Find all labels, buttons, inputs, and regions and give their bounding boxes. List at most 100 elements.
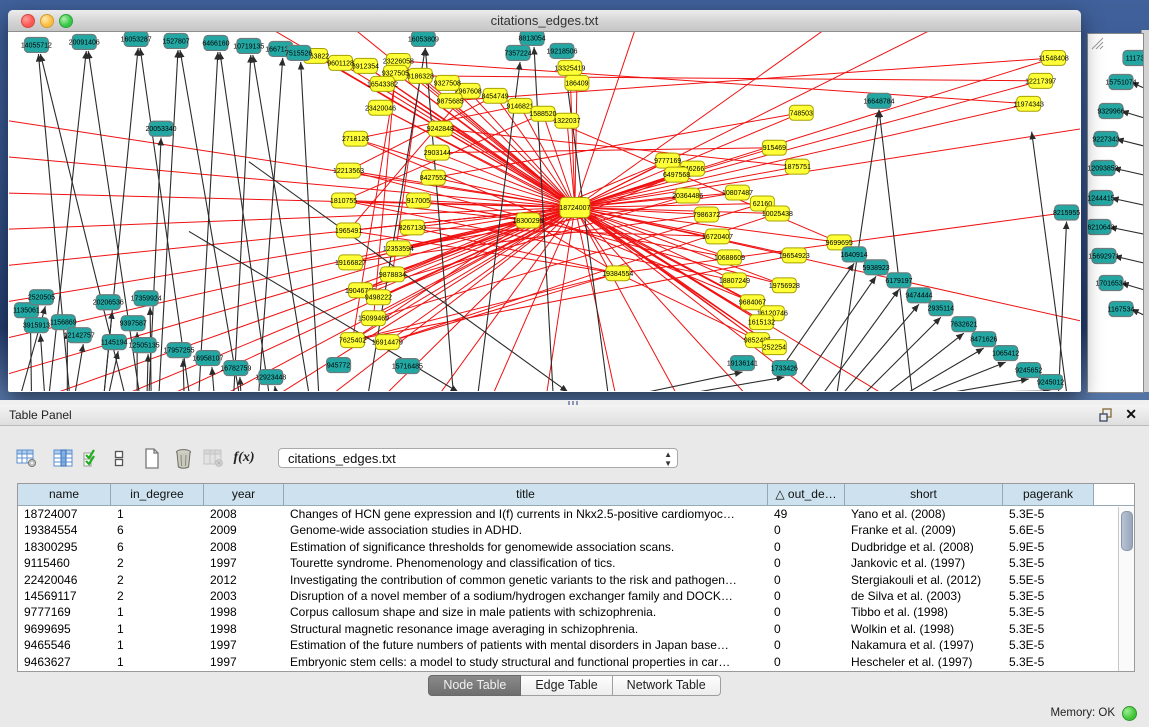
cell-name[interactable]: 19384554	[18, 522, 111, 538]
window-titlebar[interactable]: citations_edges.txt	[8, 10, 1081, 32]
cell-short[interactable]: de Silva et al. (2003)	[845, 588, 1003, 604]
function-builder-button[interactable]: f(x)	[232, 446, 256, 470]
cell-title[interactable]: Changes of HCN gene expression and I(f) …	[284, 506, 768, 522]
cell-out_de[interactable]: 0	[768, 654, 845, 670]
cell-out_de[interactable]: 0	[768, 621, 845, 637]
cell-short[interactable]: Tibbo et al. (1998)	[845, 604, 1003, 620]
cell-year[interactable]: 1998	[204, 621, 284, 637]
tab-network-table[interactable]: Network Table	[613, 675, 721, 696]
memory-status-indicator[interactable]	[1122, 706, 1137, 721]
cell-short[interactable]: Hescheler et al. (1997)	[845, 654, 1003, 670]
cell-short[interactable]: Yano et al. (2008)	[845, 506, 1003, 522]
cell-title[interactable]: Disruption of a novel member of a sodium…	[284, 588, 768, 604]
cell-year[interactable]: 2003	[204, 588, 284, 604]
background-network-window[interactable]: 1117315751074932996692273431209385212444…	[1087, 33, 1144, 393]
cell-pagerank[interactable]: 5.3E-5	[1003, 506, 1094, 522]
cell-short[interactable]: Nakamura et al. (1997)	[845, 637, 1003, 653]
table-row[interactable]: 977716911998Corpus callosum shape and si…	[18, 604, 1134, 620]
close-panel-icon[interactable]: ✕	[1125, 407, 1137, 422]
scrollbar-thumb[interactable]	[1121, 511, 1133, 551]
cell-year[interactable]: 2012	[204, 572, 284, 588]
table-row[interactable]: 1456911722003Disruption of a novel membe…	[18, 588, 1134, 604]
cell-in_degree[interactable]: 2	[111, 588, 204, 604]
cell-out_de[interactable]: 0	[768, 637, 845, 653]
tab-edge-table[interactable]: Edge Table	[521, 675, 612, 696]
cell-name[interactable]: 22420046	[18, 572, 111, 588]
cell-pagerank[interactable]: 5.3E-5	[1003, 555, 1094, 571]
column-header-year[interactable]: year	[204, 484, 284, 506]
cell-title[interactable]: Genome-wide association studies in ADHD.	[284, 522, 768, 538]
table-row[interactable]: 2242004622012Investigating the contribut…	[18, 572, 1134, 588]
cell-year[interactable]: 1997	[204, 637, 284, 653]
cell-name[interactable]: 9115460	[18, 555, 111, 571]
cell-year[interactable]: 2009	[204, 522, 284, 538]
float-panel-icon[interactable]	[1099, 408, 1113, 422]
resize-grip-icon[interactable]	[1088, 34, 1104, 50]
cell-name[interactable]: 18300295	[18, 539, 111, 555]
table-row[interactable]: 1872400712008Changes of HCN gene express…	[18, 506, 1134, 522]
table-selector-dropdown[interactable]: citations_edges.txt ▲▼	[278, 448, 678, 468]
table-row[interactable]: 1830029562008Estimation of significance …	[18, 539, 1134, 555]
cell-title[interactable]: Estimation of the future numbers of pati…	[284, 637, 768, 653]
cell-pagerank[interactable]: 5.6E-5	[1003, 522, 1094, 538]
cell-year[interactable]: 2008	[204, 506, 284, 522]
column-header-in_degree[interactable]: in_degree	[111, 484, 204, 506]
cell-year[interactable]: 1998	[204, 604, 284, 620]
cell-title[interactable]: Corpus callosum shape and size in male p…	[284, 604, 768, 620]
cell-in_degree[interactable]: 2	[111, 572, 204, 588]
cell-name[interactable]: 9465546	[18, 637, 111, 653]
column-header-title[interactable]: title	[284, 484, 768, 506]
cell-out_de[interactable]: 0	[768, 588, 845, 604]
cell-year[interactable]: 1997	[204, 555, 284, 571]
select-columns-button[interactable]	[51, 446, 75, 470]
cell-out_de[interactable]: 0	[768, 604, 845, 620]
table-row[interactable]: 969969511998Structural magnetic resonanc…	[18, 621, 1134, 637]
column-header-short[interactable]: short	[845, 484, 1003, 506]
cell-name[interactable]: 18724007	[18, 506, 111, 522]
unselect-rows-button[interactable]	[107, 446, 131, 470]
column-header-out_de[interactable]: △ out_de…	[768, 484, 845, 506]
table-settings-button[interactable]	[14, 446, 38, 470]
table-row[interactable]: 946554611997Estimation of the future num…	[18, 637, 1134, 653]
select-all-button[interactable]	[79, 446, 103, 470]
cell-pagerank[interactable]: 5.3E-5	[1003, 637, 1094, 653]
cell-out_de[interactable]: 49	[768, 506, 845, 522]
cell-title[interactable]: Tourette syndrome. Phenomenology and cla…	[284, 555, 768, 571]
cell-pagerank[interactable]: 5.3E-5	[1003, 621, 1094, 637]
cell-in_degree[interactable]: 6	[111, 522, 204, 538]
cell-title[interactable]: Estimation of significance thresholds fo…	[284, 539, 768, 555]
vertical-scrollbar[interactable]	[1118, 507, 1134, 671]
cell-in_degree[interactable]: 1	[111, 637, 204, 653]
cell-in_degree[interactable]: 1	[111, 604, 204, 620]
cell-pagerank[interactable]: 5.5E-5	[1003, 572, 1094, 588]
table-row[interactable]: 1938455462009Genome-wide association stu…	[18, 522, 1134, 538]
cell-year[interactable]: 1997	[204, 654, 284, 670]
tab-node-table[interactable]: Node Table	[428, 675, 521, 696]
cell-pagerank[interactable]: 5.9E-5	[1003, 539, 1094, 555]
cell-out_de[interactable]: 0	[768, 572, 845, 588]
network-view-window[interactable]: citations_edges.txt 18724007977716974626…	[8, 10, 1081, 392]
cell-out_de[interactable]: 0	[768, 555, 845, 571]
cell-in_degree[interactable]: 1	[111, 506, 204, 522]
cell-in_degree[interactable]: 2	[111, 555, 204, 571]
cell-title[interactable]: Structural magnetic resonance image aver…	[284, 621, 768, 637]
cell-short[interactable]: Wolkin et al. (1998)	[845, 621, 1003, 637]
cell-in_degree[interactable]: 1	[111, 654, 204, 670]
cell-pagerank[interactable]: 5.3E-5	[1003, 654, 1094, 670]
cell-title[interactable]: Embryonic stem cells: a model to study s…	[284, 654, 768, 670]
cell-pagerank[interactable]: 5.3E-5	[1003, 588, 1094, 604]
cell-name[interactable]: 9699695	[18, 621, 111, 637]
column-header-name[interactable]: name	[18, 484, 111, 506]
new-table-button[interactable]	[140, 446, 164, 470]
cell-out_de[interactable]: 0	[768, 539, 845, 555]
cell-out_de[interactable]: 0	[768, 522, 845, 538]
cell-short[interactable]: Dudbridge et al. (2008)	[845, 539, 1003, 555]
cell-title[interactable]: Investigating the contribution of common…	[284, 572, 768, 588]
cell-short[interactable]: Franke et al. (2009)	[845, 522, 1003, 538]
cell-in_degree[interactable]: 1	[111, 621, 204, 637]
delete-table-button[interactable]	[171, 446, 195, 470]
cell-in_degree[interactable]: 6	[111, 539, 204, 555]
cell-name[interactable]: 14569117	[18, 588, 111, 604]
table-row[interactable]: 946362711997Embryonic stem cells: a mode…	[18, 654, 1134, 670]
cell-name[interactable]: 9463627	[18, 654, 111, 670]
